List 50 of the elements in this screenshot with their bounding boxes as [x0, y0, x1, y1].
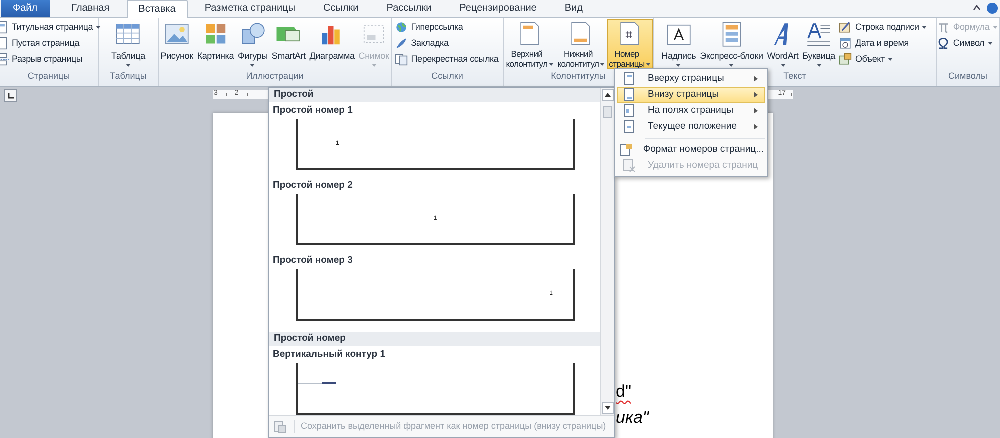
ribbon-button[interactable]: Символ — [936, 36, 1000, 51]
section-header: Простой номер — [269, 332, 600, 346]
gallery-item-title[interactable]: Простой номер 2 — [269, 177, 600, 192]
menu-item[interactable]: На полях страницы — [617, 103, 765, 119]
ribbon-button[interactable]: Закладка — [394, 36, 501, 51]
group-label: Иллюстрации — [246, 70, 304, 83]
group-label: Ссылки — [432, 70, 464, 82]
ribbon-button[interactable]: Номер страницы — [607, 19, 653, 69]
ribbon-button[interactable]: Перекрестная ссылка — [394, 52, 501, 67]
document-text: ика" — [616, 409, 649, 427]
group-label: Таблицы — [110, 70, 147, 83]
ribbon-button[interactable]: Картинка — [195, 19, 236, 69]
gallery-item-title[interactable]: Простой номер 1 — [269, 102, 600, 117]
ribbon-tab[interactable]: Вставка — [126, 0, 188, 18]
menu-item[interactable]: Внизу страницы — [617, 87, 765, 103]
ribbon-button[interactable]: Гиперссылка — [394, 20, 501, 35]
ribbon-button[interactable]: Разрыв страницы — [0, 52, 104, 67]
ribbon-button[interactable]: Рисунок — [158, 19, 196, 69]
ribbon-button[interactable]: Таблица — [110, 19, 148, 69]
ribbon-tab[interactable]: Главная — [60, 0, 121, 17]
ribbon-button[interactable]: Титульная страница — [0, 20, 104, 35]
ribbon-button[interactable]: WordArt — [765, 19, 801, 69]
ribbon-button[interactable]: Надпись — [660, 19, 698, 69]
group-label: Страницы — [28, 70, 70, 83]
ribbon-button[interactable]: Нижний колонтитул — [556, 19, 608, 69]
menu-item[interactable]: Формат номеров страниц... — [617, 142, 765, 158]
ribbon-button[interactable]: Верхний колонтитул — [504, 19, 556, 69]
group-label: Символы — [948, 70, 988, 82]
ribbon-button[interactable]: Строка подписи — [838, 20, 930, 35]
ribbon-button[interactable]: SmartArt — [270, 19, 308, 69]
ribbon-tab[interactable]: Рецензирование — [448, 0, 548, 17]
ribbon-tab[interactable]: Ссылки — [312, 0, 370, 17]
ribbon-tab[interactable]: Вид — [554, 0, 594, 17]
gallery-item-title[interactable]: Простой номер 3 — [269, 252, 600, 268]
group-label: Колонтитулы — [551, 70, 606, 83]
gallery-item-title[interactable]: Вертикальный контур 1 — [269, 346, 600, 361]
ribbon-button[interactable]: Объект — [838, 52, 930, 67]
menu-item[interactable]: Текущее положение — [617, 119, 765, 135]
ribbon-button[interactable]: Буквица — [800, 19, 838, 69]
ribbon-tab[interactable]: Разметка страницы — [194, 0, 307, 17]
ribbon-tab[interactable]: Рассылки — [376, 0, 443, 17]
ribbon-button[interactable]: Диаграмма — [308, 19, 357, 69]
ribbon-button[interactable]: Фигуры — [236, 19, 270, 69]
ribbon-button[interactable]: Пустая страница — [0, 36, 104, 51]
group-label: Текст — [784, 70, 806, 82]
ribbon-tab[interactable]: Файл — [1, 0, 50, 17]
menu-item[interactable]: Вверху страницы — [617, 71, 765, 87]
document-text: d" — [616, 383, 632, 401]
ribbon-button[interactable]: Дата и время — [838, 36, 930, 51]
section-header: Простой — [269, 88, 600, 102]
